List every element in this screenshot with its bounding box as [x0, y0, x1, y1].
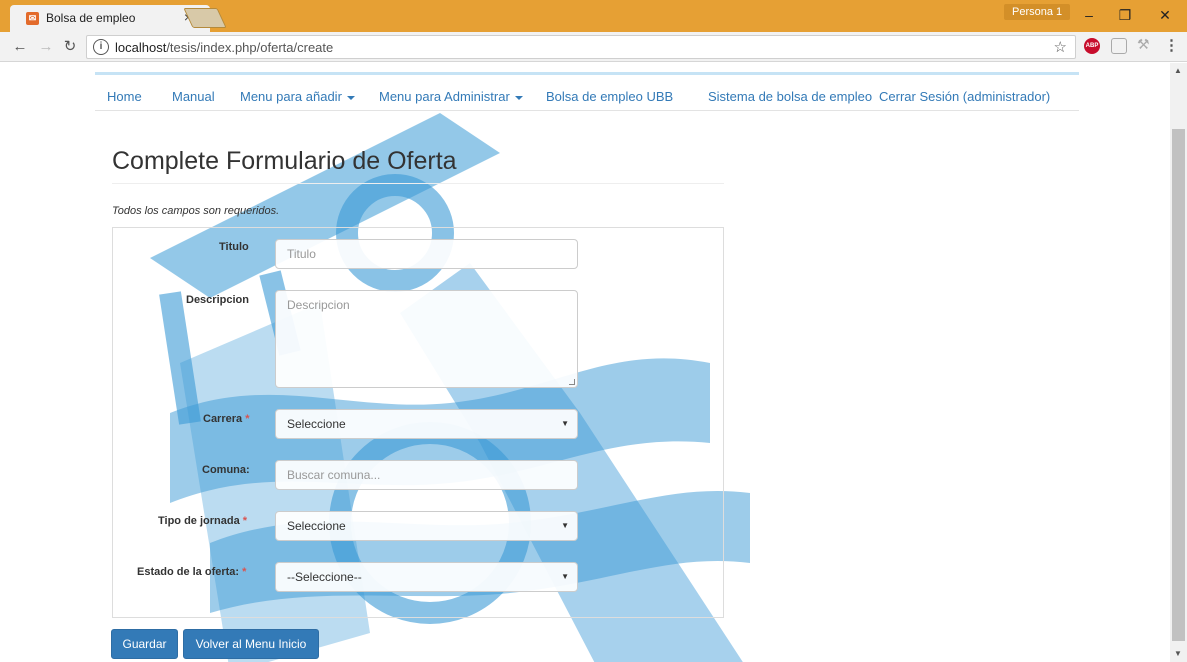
- carrera-value: Seleccione: [287, 417, 346, 431]
- nav-menu-administrar[interactable]: Menu para Administrar: [379, 89, 523, 104]
- required-note: Todos los campos son requeridos.: [112, 205, 280, 217]
- reload-icon[interactable]: ↻: [60, 37, 80, 57]
- nav-bolsa-ubb[interactable]: Bolsa de empleo UBB: [546, 89, 673, 104]
- minimize-icon[interactable]: –: [1074, 5, 1104, 25]
- extension-icon[interactable]: [1111, 38, 1127, 54]
- jornada-value: Seleccione: [287, 519, 346, 533]
- adblock-icon[interactable]: ABP: [1084, 38, 1100, 54]
- titulo-input[interactable]: Titulo: [275, 239, 578, 269]
- comuna-search-input[interactable]: Buscar comuna...: [275, 460, 578, 490]
- guardar-button[interactable]: Guardar: [111, 629, 178, 659]
- descripcion-placeholder: Descripcion: [287, 298, 350, 312]
- url-text: localhost/tesis/index.php/oferta/create: [115, 40, 334, 55]
- profile-button[interactable]: Persona 1: [1004, 4, 1071, 20]
- resize-handle-icon[interactable]: [569, 379, 575, 385]
- forward-arrow-icon[interactable]: →: [36, 37, 56, 57]
- chevron-down-icon: ▼: [561, 572, 569, 581]
- page-viewport: Home Manual Menu para añadir Menu para A…: [0, 63, 1187, 662]
- info-icon[interactable]: i: [93, 39, 109, 55]
- caret-down-icon: [346, 95, 355, 100]
- back-arrow-icon[interactable]: ←: [10, 37, 30, 57]
- restore-icon[interactable]: ❐: [1110, 5, 1140, 25]
- jornada-label: Tipo de jornada *: [158, 515, 248, 527]
- nav-home[interactable]: Home: [107, 89, 142, 104]
- descripcion-textarea[interactable]: Descripcion: [275, 290, 578, 388]
- nav-menu-anadir[interactable]: Menu para añadir: [240, 89, 355, 104]
- nav-sistema-bolsa[interactable]: Sistema de bolsa de empleo: [708, 89, 872, 104]
- address-bar[interactable]: i localhost/tesis/index.php/oferta/creat…: [86, 35, 1076, 59]
- page-title: Complete Formulario de Oferta: [112, 147, 457, 175]
- descripcion-label: Descripcion: [186, 294, 249, 306]
- caret-down-icon: [514, 95, 523, 100]
- scroll-down-icon[interactable]: ▼: [1174, 649, 1182, 658]
- bookmark-star-icon[interactable]: ☆: [1054, 38, 1067, 56]
- browser-titlebar: ✉ Bolsa de empleo × Persona 1 – ❐ ✕: [0, 0, 1187, 32]
- chevron-down-icon: ▼: [561, 521, 569, 530]
- page-scrollbar[interactable]: ▲ ▼: [1170, 63, 1187, 662]
- nav-manual[interactable]: Manual: [172, 89, 215, 104]
- browser-tab[interactable]: ✉ Bolsa de empleo ×: [10, 5, 210, 32]
- estado-select[interactable]: --Seleccione-- ▼: [275, 562, 578, 592]
- estado-label: Estado de la oferta: *: [137, 566, 247, 578]
- browser-menu-icon[interactable]: ⋮: [1164, 36, 1179, 54]
- jornada-select[interactable]: Seleccione ▼: [275, 511, 578, 541]
- volver-menu-button[interactable]: Volver al Menu Inicio: [183, 629, 319, 659]
- extension-puzzle-icon[interactable]: ⚒: [1137, 36, 1150, 53]
- main-navbar: Home Manual Menu para añadir Menu para A…: [95, 72, 1079, 111]
- comuna-label: Comuna:: [202, 464, 250, 476]
- titulo-label: Titulo: [219, 241, 249, 253]
- chevron-down-icon: ▼: [561, 419, 569, 428]
- estado-value: --Seleccione--: [287, 570, 362, 584]
- window-close-icon[interactable]: ✕: [1150, 5, 1180, 25]
- tab-title: Bolsa de empleo: [46, 11, 136, 25]
- browser-toolbar: ← → ↻ i localhost/tesis/index.php/oferta…: [0, 32, 1187, 62]
- nav-cerrar-sesion[interactable]: Cerrar Sesión (administrador): [879, 89, 1050, 104]
- scroll-up-icon[interactable]: ▲: [1174, 66, 1182, 75]
- scroll-thumb[interactable]: [1172, 129, 1185, 641]
- page-favicon-icon: ✉: [26, 12, 39, 25]
- carrera-label: Carrera *: [203, 413, 250, 425]
- title-divider: [112, 183, 724, 184]
- carrera-select[interactable]: Seleccione ▼: [275, 409, 578, 439]
